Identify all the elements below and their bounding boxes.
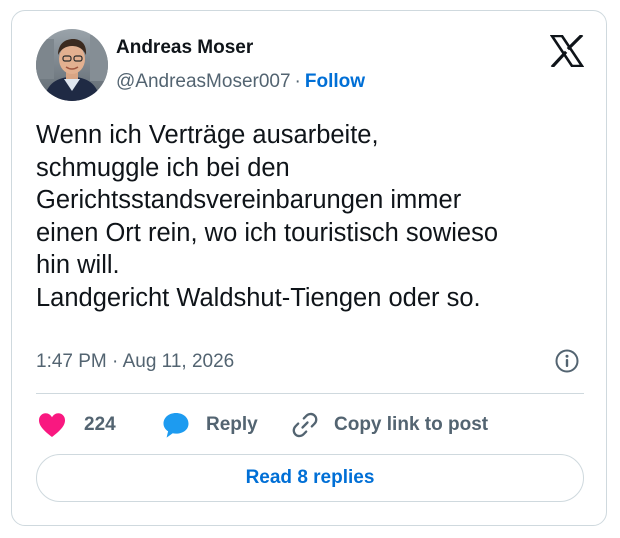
speech-bubble-icon [163, 413, 189, 438]
read-replies-button[interactable]: Read 8 replies [36, 454, 584, 502]
tweet-line: hin will. [36, 251, 120, 279]
author-handle-row: @AndreasMoser007 · Follow [116, 71, 365, 93]
avatar-photo [36, 29, 108, 101]
author-name[interactable]: Andreas Moser [116, 37, 253, 59]
separator-dot: · [294, 71, 301, 92]
tweet-timestamp[interactable]: 1:47 PM · Aug 11, 2026 [36, 351, 234, 373]
tweet-line: Gerichtsstandsvereinbarungen immer [36, 186, 462, 214]
copy-link-button[interactable]: Copy link to post [290, 409, 488, 441]
x-logo-icon[interactable] [549, 33, 585, 69]
avatar[interactable] [36, 29, 108, 101]
tweet-line: Landgericht Waldshut-Tiengen oder so. [36, 283, 481, 312]
like-count: 224 [84, 414, 116, 435]
tweet-line: Wenn ich Verträge ausarbeite, [36, 121, 379, 149]
author-handle[interactable]: @AndreasMoser007 [116, 71, 291, 92]
tweet-line: einen Ort rein, wo ich touristisch sowie… [36, 218, 499, 247]
divider [36, 393, 584, 394]
heart-icon [39, 413, 65, 437]
tweet-card: Andreas Moser @AndreasMoser007 · Follow We… [11, 10, 607, 526]
copy-link-label: Copy link to post [334, 414, 489, 435]
reply-label: Reply [206, 414, 258, 435]
info-icon[interactable] [555, 349, 579, 373]
follow-button[interactable]: Follow [305, 71, 365, 92]
reply-button[interactable]: Reply [162, 409, 258, 441]
like-button[interactable]: 224 [38, 409, 116, 441]
action-bar: 224 Reply Copy link to post [36, 409, 584, 441]
link-icon [292, 412, 318, 438]
tweet-line: schmuggle ich bei den [36, 153, 290, 182]
tweet-text: Wenn ich Verträge ausarbeite, schmuggle … [36, 119, 596, 314]
